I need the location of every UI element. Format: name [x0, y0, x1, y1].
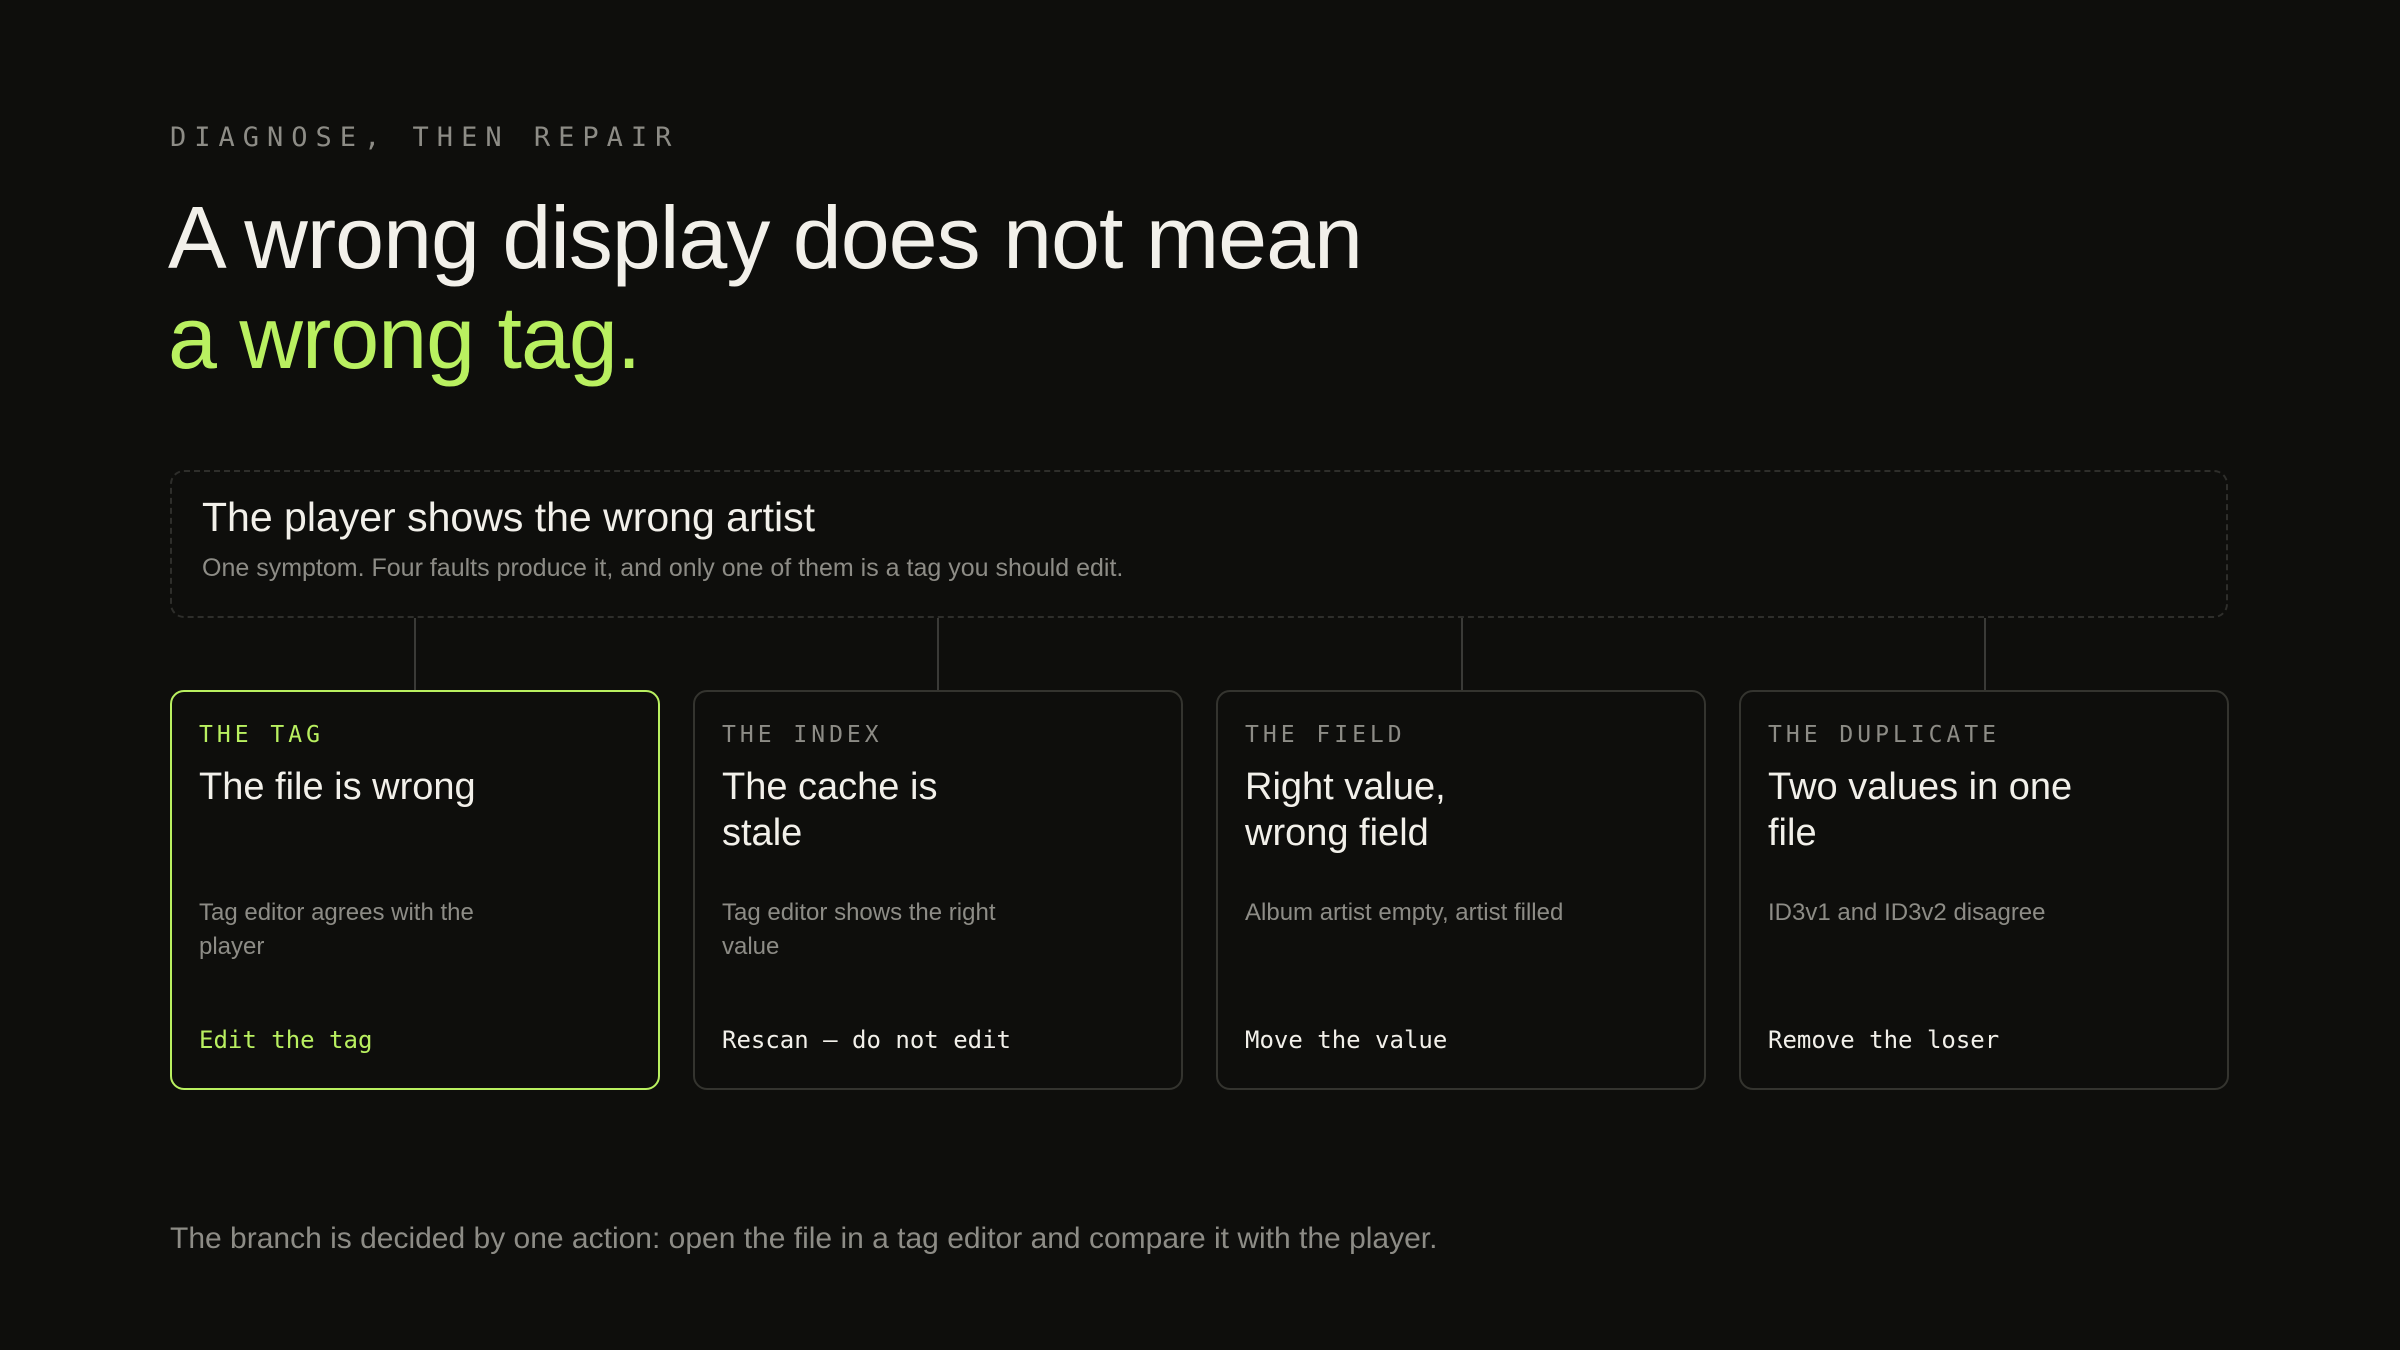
- card-kicker: THE FIELD: [1245, 722, 1406, 748]
- card-kicker: THE INDEX: [722, 722, 883, 748]
- symptom-box: The player shows the wrong artist One sy…: [170, 470, 2228, 618]
- symptom-subtitle: One symptom. Four faults produce it, and…: [202, 554, 1124, 582]
- card-kicker: THE DUPLICATE: [1768, 722, 2001, 748]
- eyebrow-label: DIAGNOSE, THEN REPAIR: [170, 122, 680, 153]
- fault-card-tag: THE TAG The file is wrong Tag editor agr…: [170, 690, 660, 1090]
- connector-line-duplicate: [1984, 618, 1986, 690]
- card-action: Edit the tag: [199, 1026, 373, 1054]
- card-action: Rescan — do not edit: [722, 1026, 1011, 1054]
- card-description: Album artist empty, artist filled: [1245, 899, 1564, 926]
- card-kicker: THE TAG: [199, 722, 324, 748]
- fault-card-duplicate: THE DUPLICATE Two values in one file ID3…: [1739, 690, 2229, 1090]
- page-headline: A wrong display does not mean a wrong ta…: [168, 188, 1363, 388]
- card-description: Tag editor agrees with the player: [199, 899, 474, 960]
- symptom-title: The player shows the wrong artist: [202, 494, 815, 540]
- headline-line-1: A wrong display does not mean: [168, 188, 1363, 287]
- card-description: ID3v1 and ID3v2 disagree: [1768, 899, 2046, 926]
- card-title: Right value, wrong field: [1245, 766, 1446, 854]
- card-title: Two values in one file: [1768, 766, 2073, 854]
- card-description: Tag editor shows the right value: [722, 899, 996, 960]
- fault-card-field: THE FIELD Right value, wrong field Album…: [1216, 690, 1706, 1090]
- headline-line-2-accent: a wrong tag.: [168, 288, 641, 387]
- footer-note: The branch is decided by one action: ope…: [170, 1222, 1438, 1255]
- connector-line-field: [1461, 618, 1463, 690]
- fault-card-index: THE INDEX The cache is stale Tag editor …: [693, 690, 1183, 1090]
- card-title: The file is wrong: [199, 766, 476, 808]
- card-action: Move the value: [1245, 1026, 1448, 1054]
- connector-line-tag: [414, 618, 416, 690]
- connector-line-index: [937, 618, 939, 690]
- card-title: The cache is stale: [722, 766, 938, 854]
- card-action: Remove the loser: [1768, 1026, 2000, 1054]
